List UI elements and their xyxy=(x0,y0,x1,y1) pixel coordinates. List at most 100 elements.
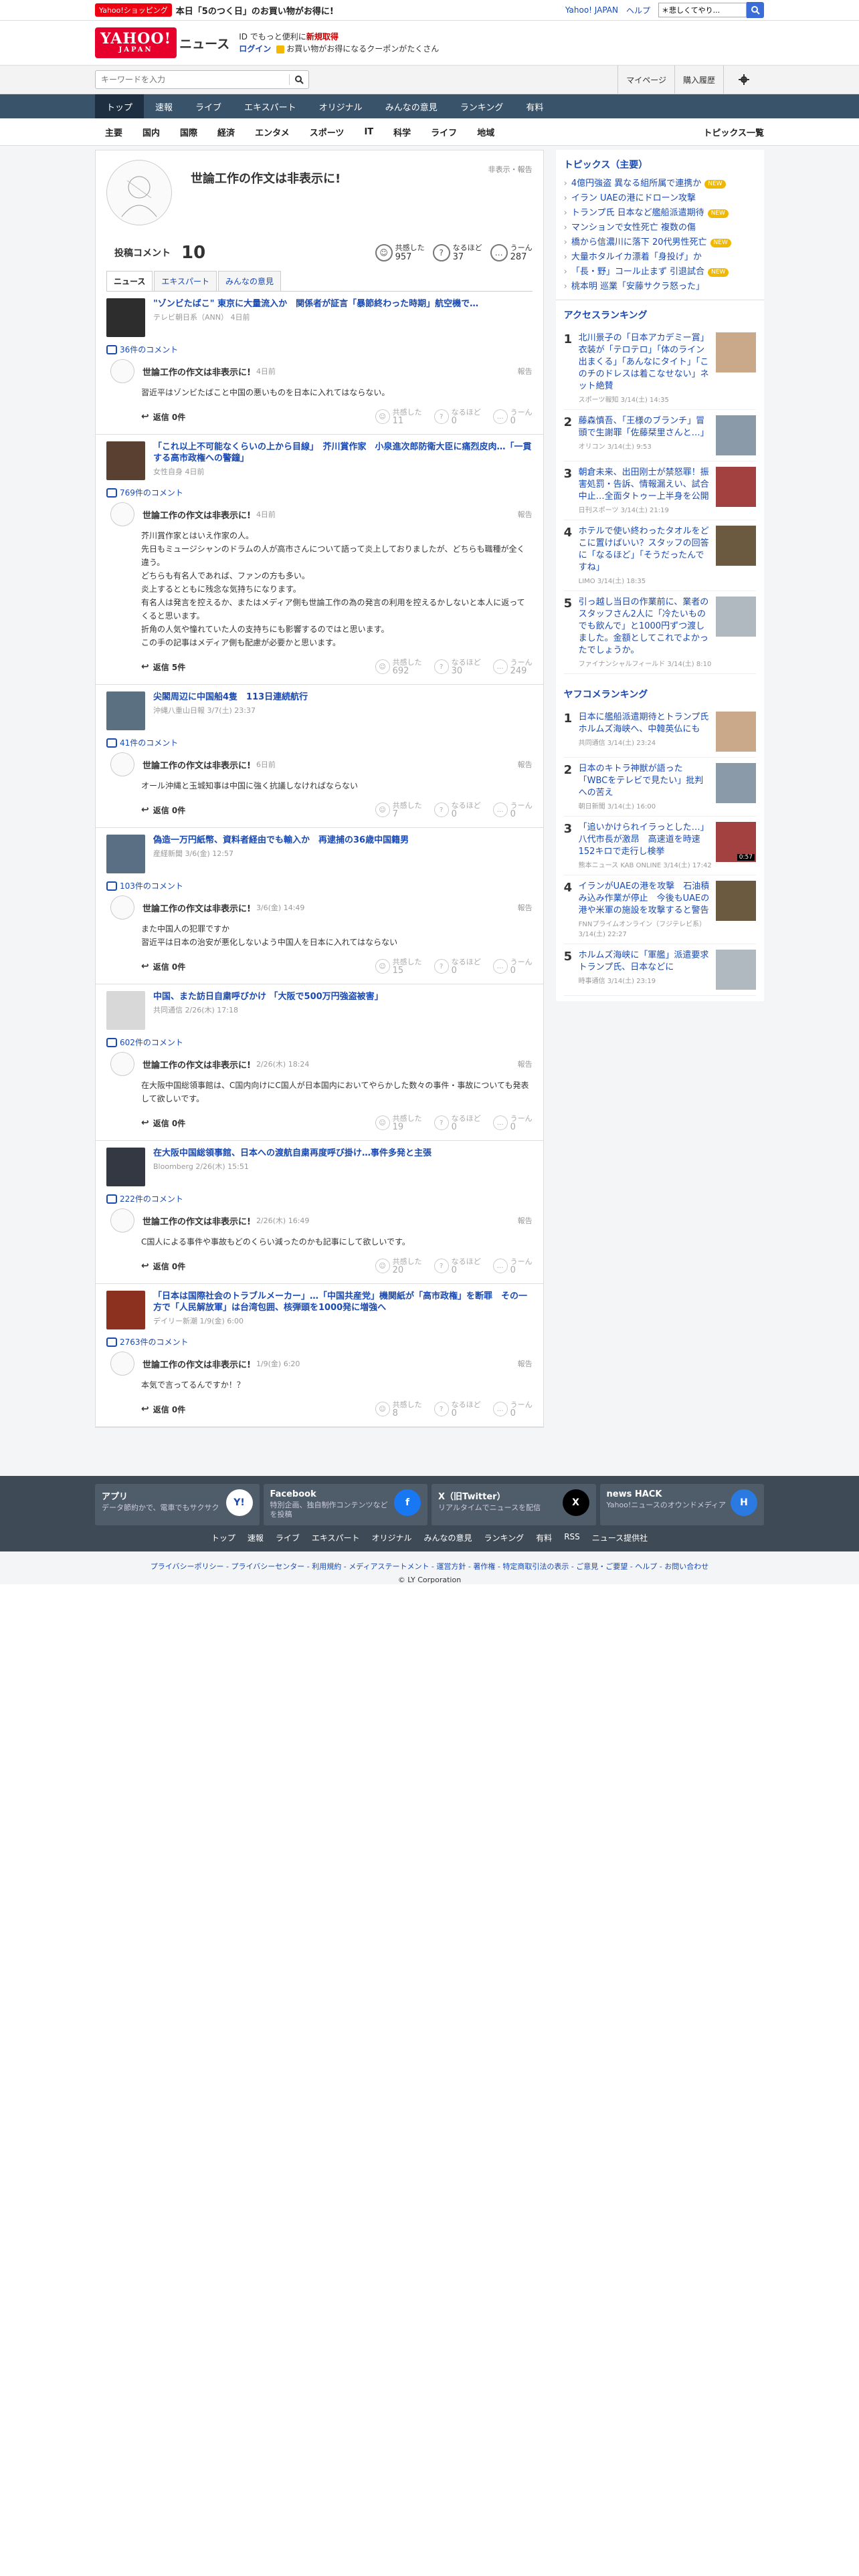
ranking-title[interactable]: 日本に艦船派遣期待とトランプ氏 ホルムズ海峡へ、中韓英仏にも xyxy=(579,712,712,736)
article-title[interactable]: "ゾンビたばこ" 東京に大量流入か 関係者が証言「暴節終わった時期」航空機で… xyxy=(153,298,478,310)
vote-empathy-button[interactable]: ☺ 共感した 15 xyxy=(375,958,422,975)
comment-count-link[interactable]: 103件のコメント xyxy=(106,880,533,891)
subnav-it[interactable]: IT xyxy=(354,127,383,137)
report-link[interactable]: 報告 xyxy=(518,509,533,520)
subnav-world[interactable]: 国際 xyxy=(170,126,207,138)
nav-expert[interactable]: エキスパート xyxy=(233,94,308,118)
ranking-title[interactable]: 引っ越し当日の作業前に、業者のスタッフさん2人に「冷たいものでも飲んで」と100… xyxy=(579,597,712,657)
topics-heading[interactable]: トピックス（主要） xyxy=(564,158,756,171)
comment-author[interactable]: 世論工作の作文は非表示に! xyxy=(142,508,251,521)
subnav-science[interactable]: 科学 xyxy=(383,126,421,138)
comment-count-link[interactable]: 222件のコメント xyxy=(106,1193,533,1204)
yfc-ranking-heading[interactable]: ヤフコメランキング xyxy=(564,687,756,701)
legal-links[interactable]: プライバシーポリシー - プライバシーセンター - 利用規約 - メディアステー… xyxy=(95,1561,764,1572)
report-link[interactable]: 報告 xyxy=(518,1059,533,1069)
article-link[interactable]: 中国、また訪日自粛呼びかけ 「大阪で500万円強盗被害」 共同通信 2/26(木)… xyxy=(106,991,533,1031)
article-title[interactable]: 中国、また訪日自粛呼びかけ 「大阪で500万円強盗被害」 xyxy=(153,991,383,1002)
report-link[interactable]: 報告 xyxy=(518,902,533,913)
footer-link[interactable]: 有料 xyxy=(536,1532,552,1543)
footer-link[interactable]: エキスパート xyxy=(312,1532,360,1543)
comment-author[interactable]: 世論工作の作文は非表示に! xyxy=(142,901,251,914)
vote-doubt-button[interactable]: … うーん 0 xyxy=(492,408,533,425)
report-link[interactable]: 報告 xyxy=(518,366,533,377)
ranking-title[interactable]: ホテルで使い終わったタオルをどこに置けばいい？スタッフの回答に「なるほど」「そう… xyxy=(579,526,712,574)
footer-link[interactable]: RSS xyxy=(564,1532,580,1543)
vote-doubt-button[interactable]: … うーん 249 xyxy=(492,658,533,675)
keyword-search-input[interactable] xyxy=(96,72,289,87)
nav-breaking[interactable]: 速報 xyxy=(144,94,184,118)
ranking-item[interactable]: 3 「追いかけられイラっとした…」八代市長が激昂 高速道を時速152キロで走行し検… xyxy=(563,817,756,875)
footer-link[interactable]: ランキング xyxy=(484,1532,524,1543)
ranking-item[interactable]: 4 イランがUAEの港を攻撃 石油積み込み作業が停止 今後もUAEの港や米軍の施設… xyxy=(563,875,756,944)
tab-expert[interactable]: エキスパート xyxy=(154,271,217,291)
vote-empathy-button[interactable]: ☺ 共感した 20 xyxy=(375,1257,422,1275)
reply-button[interactable]: ↩ 返信 0件 xyxy=(141,411,185,423)
vote-insight-button[interactable]: ? なるほど 0 xyxy=(434,1114,481,1132)
subnav-sports[interactable]: スポーツ xyxy=(300,126,355,138)
article-title[interactable]: 尖閣周辺に中国船4隻 113日連続航行 xyxy=(153,691,308,703)
reply-button[interactable]: ↩ 返信 5件 xyxy=(141,661,185,673)
topic-item[interactable]: 橋から信濃川に落下 20代男性死亡NEW xyxy=(564,235,756,250)
topics-list-link[interactable]: トピックス一覧 xyxy=(703,126,764,138)
article-link[interactable]: 尖閣周辺に中国船4隻 113日連続航行 沖縄八重山日報 3/7(土) 23:37 xyxy=(106,691,533,732)
nav-top[interactable]: トップ xyxy=(95,94,145,118)
nav-live[interactable]: ライブ xyxy=(184,94,233,118)
footer-link[interactable]: 速報 xyxy=(248,1532,264,1543)
subnav-local[interactable]: 地域 xyxy=(467,126,504,138)
app-card[interactable]: Facebook 特別企画、独自制作コンテンツなどを投稿 f xyxy=(263,1484,427,1525)
reply-button[interactable]: ↩ 返信 0件 xyxy=(141,1404,185,1415)
vote-empathy-button[interactable]: ☺ 共感した 692 xyxy=(375,658,422,675)
vote-doubt-button[interactable]: … うーん 0 xyxy=(492,958,533,975)
footer-link[interactable]: ニュース提供社 xyxy=(592,1532,648,1543)
shopping-badge[interactable]: Yahoo!ショッピング xyxy=(95,3,172,17)
reply-button[interactable]: ↩ 返信 0件 xyxy=(141,1261,185,1272)
register-link[interactable]: 新規取得 xyxy=(306,32,339,41)
footer-link[interactable]: オリジナル xyxy=(372,1532,412,1543)
article-link[interactable]: 偽造一万円紙幣、資料者経由でも輸入か 再逮捕の36歳中国籍男 産経新聞 3/6(金… xyxy=(106,835,533,875)
comment-author[interactable]: 世論工作の作文は非表示に! xyxy=(142,1058,251,1071)
topic-item[interactable]: イラン UAEの港にドローン攻撃 xyxy=(564,191,756,206)
tab-opinions[interactable]: みんなの意見 xyxy=(218,271,282,291)
topic-item[interactable]: 4億円強盗 異なる組所属で連携かNEW xyxy=(564,177,756,191)
article-link[interactable]: "ゾンビたばこ" 東京に大量流入か 関係者が証言「暴節終わった時期」航空機で… テ… xyxy=(106,298,533,338)
nav-original[interactable]: オリジナル xyxy=(308,94,374,118)
ranking-item[interactable]: 2 藤森慎吾、「王様のブランチ」冒頭で生謝罪「佐藤栞里さんと…」 オリコン 3/14… xyxy=(563,410,756,461)
comment-author[interactable]: 世論工作の作文は非表示に! xyxy=(142,365,251,378)
purchase-history-link[interactable]: 購入履歴 xyxy=(674,66,723,94)
footer-link[interactable]: みんなの意見 xyxy=(424,1532,472,1543)
ranking-item[interactable]: 5 引っ越し当日の作業前に、業者のスタッフさん2人に「冷たいものでも飲んで」と10… xyxy=(563,591,756,674)
subnav-domestic[interactable]: 国内 xyxy=(132,126,170,138)
topic-item[interactable]: マンションで女性死亡 複数の傷 xyxy=(564,221,756,235)
vote-insight-button[interactable]: ? なるほど 0 xyxy=(434,1257,481,1275)
article-link[interactable]: 「日本は国際社会のトラブルメーカー」…「中国共産党」機関紙が「高市政権」を断罪 … xyxy=(106,1291,533,1331)
yahoo-japan-link[interactable]: Yahoo! JAPAN xyxy=(565,5,618,15)
hide-report-link[interactable]: 非表示・報告 xyxy=(488,164,533,175)
ranking-item[interactable]: 1 北川景子の「日本アカデミー賞」衣装が「テロテロ」「体のライン出まくる」「あんな… xyxy=(563,327,756,410)
ranking-item[interactable]: 5 ホルムズ海峡に「軍艦」派遣要求 トランプ氏、日本などに 時事通信 3/14(土)… xyxy=(563,944,756,996)
app-card[interactable]: アプリ データ節約かで、電車でもサクサク Y! xyxy=(95,1484,260,1525)
comment-author[interactable]: 世論工作の作文は非表示に! xyxy=(142,1358,251,1370)
topic-item[interactable]: 大量ホタルイカ漂着「身投げ」か xyxy=(564,250,756,265)
vote-insight-button[interactable]: ? なるほど 0 xyxy=(434,801,481,819)
ranking-title[interactable]: 朝倉未来、出田刚士が禁怒罪！振害処罰・告訴、情報漏えい、試合中止…全面タトゥー上… xyxy=(579,467,712,503)
subnav-main[interactable]: 主要 xyxy=(95,126,132,138)
settings-button[interactable] xyxy=(723,66,764,94)
topic-item[interactable]: トランプ氏 日本など艦船派遣期待NEW xyxy=(564,206,756,221)
ranking-title[interactable]: 北川景子の「日本アカデミー賞」衣装が「テロテロ」「体のライン出まくる」「あんなに… xyxy=(579,332,712,393)
article-title[interactable]: 「これ以上不可能なくらいの上から目線」 芥川賞作家 小泉進次郎防衛大臣に痛烈皮肉… xyxy=(153,441,533,464)
ranking-item[interactable]: 4 ホテルで使い終わったタオルをどこに置けばいい？スタッフの回答に「なるほど」「そ… xyxy=(563,520,756,591)
comment-count-link[interactable]: 602件のコメント xyxy=(106,1037,533,1048)
footer-link[interactable]: ライブ xyxy=(276,1532,300,1543)
topic-item[interactable]: 桃本明 巡業「安藤サクラ怒った」 xyxy=(564,280,756,294)
vote-empathy-button[interactable]: ☺ 共感した 7 xyxy=(375,801,422,819)
comment-count-link[interactable]: 2763件のコメント xyxy=(106,1336,533,1348)
vote-empathy-button[interactable]: ☺ 共感した 8 xyxy=(375,1400,422,1418)
mypage-link[interactable]: マイページ xyxy=(617,66,674,94)
help-link[interactable]: ヘルプ xyxy=(626,5,650,16)
topic-item[interactable]: 「長・野」コール止まず 引退試合NEW xyxy=(564,265,756,280)
ranking-item[interactable]: 2 日本のキトラ神獣が語った「WBCをテレビで見たい」批判への苦え 朝日新聞 3/1… xyxy=(563,758,756,817)
vote-insight-button[interactable]: ? なるほど 0 xyxy=(434,958,481,975)
access-ranking-heading[interactable]: アクセスランキング xyxy=(564,308,756,322)
reply-button[interactable]: ↩ 返信 0件 xyxy=(141,961,185,972)
article-title[interactable]: 在大阪中国総領事館、日本への渡航自粛再度呼び掛け…事件多発と主張 xyxy=(153,1148,432,1159)
